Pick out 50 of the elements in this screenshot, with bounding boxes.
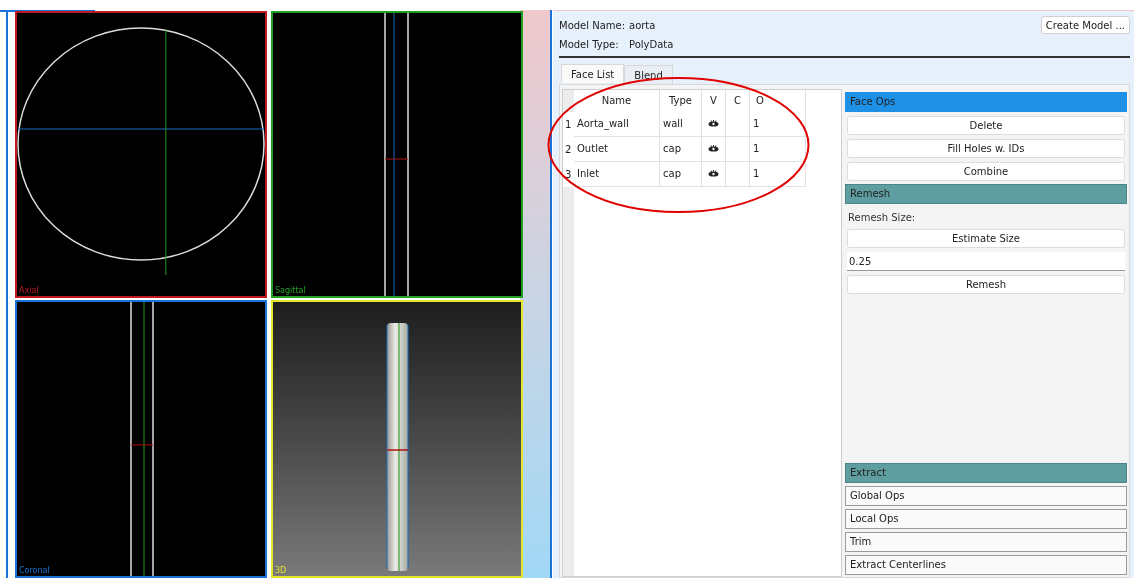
viewport-label: Axial bbox=[19, 286, 39, 296]
row-number: 3 bbox=[563, 162, 574, 187]
section-header[interactable]: Trim bbox=[845, 532, 1127, 552]
table-cell: Aorta_wall bbox=[574, 112, 660, 136]
model-type: PolyData bbox=[629, 37, 674, 52]
section-header[interactable]: Extract Centerlines bbox=[845, 555, 1127, 575]
table-cell: cap bbox=[660, 162, 702, 186]
table-row[interactable]: Inlet cap 1 bbox=[574, 162, 806, 187]
field-label: Model Name: bbox=[559, 18, 627, 33]
table-row[interactable]: Outlet cap 1 bbox=[574, 137, 806, 162]
action-button[interactable]: Delete bbox=[847, 116, 1125, 135]
column-header: Name bbox=[601, 94, 632, 108]
viewport-label: 3D bbox=[275, 566, 287, 576]
field-label: Remesh Size: bbox=[847, 211, 917, 225]
table-cell: 1 bbox=[750, 137, 806, 161]
model-name: aorta bbox=[629, 18, 656, 33]
eye-icon bbox=[708, 145, 719, 153]
table-cell: wall bbox=[660, 112, 702, 136]
eye-icon bbox=[708, 120, 719, 128]
viewport-label: Coronal bbox=[19, 566, 50, 576]
create-model-button[interactable]: Create Model ... bbox=[1040, 16, 1130, 34]
row-number: 2 bbox=[563, 137, 574, 162]
section-header[interactable]: Remesh bbox=[845, 184, 1127, 204]
viewport[interactable]: Axial bbox=[15, 11, 267, 298]
section-header[interactable]: Extract bbox=[845, 463, 1127, 483]
action-button[interactable]: Fill Holes w. IDs bbox=[847, 139, 1125, 158]
tab[interactable]: Face List bbox=[561, 64, 625, 83]
column-header: O bbox=[756, 94, 764, 108]
row-number: 1 bbox=[563, 112, 574, 137]
eye-icon bbox=[708, 170, 719, 178]
table-cell: 1 bbox=[750, 112, 806, 136]
field-label: Model Type: bbox=[559, 37, 620, 52]
action-button[interactable]: Estimate Size bbox=[847, 229, 1125, 248]
viewport[interactable]: Coronal bbox=[15, 300, 267, 578]
size-field[interactable]: 0.25 bbox=[847, 252, 1125, 271]
table-cell: 1 bbox=[750, 162, 806, 186]
table-row[interactable]: Aorta_wall wall 1 bbox=[574, 112, 806, 137]
table-cell: Outlet bbox=[574, 137, 660, 161]
table-cell: Inlet bbox=[574, 162, 660, 186]
column-header: C bbox=[734, 94, 741, 108]
viewport-label: Sagittal bbox=[275, 286, 306, 296]
action-button[interactable]: Combine bbox=[847, 162, 1125, 181]
table-cell: cap bbox=[660, 137, 702, 161]
viewport[interactable]: Sagittal bbox=[271, 11, 523, 298]
action-button[interactable]: Remesh bbox=[847, 275, 1125, 294]
column-header: V bbox=[710, 94, 717, 108]
section-header[interactable]: Face Ops bbox=[845, 92, 1127, 112]
section-header[interactable]: Local Ops bbox=[845, 509, 1127, 529]
column-header: Type bbox=[669, 94, 692, 108]
section-header[interactable]: Global Ops bbox=[845, 486, 1127, 506]
